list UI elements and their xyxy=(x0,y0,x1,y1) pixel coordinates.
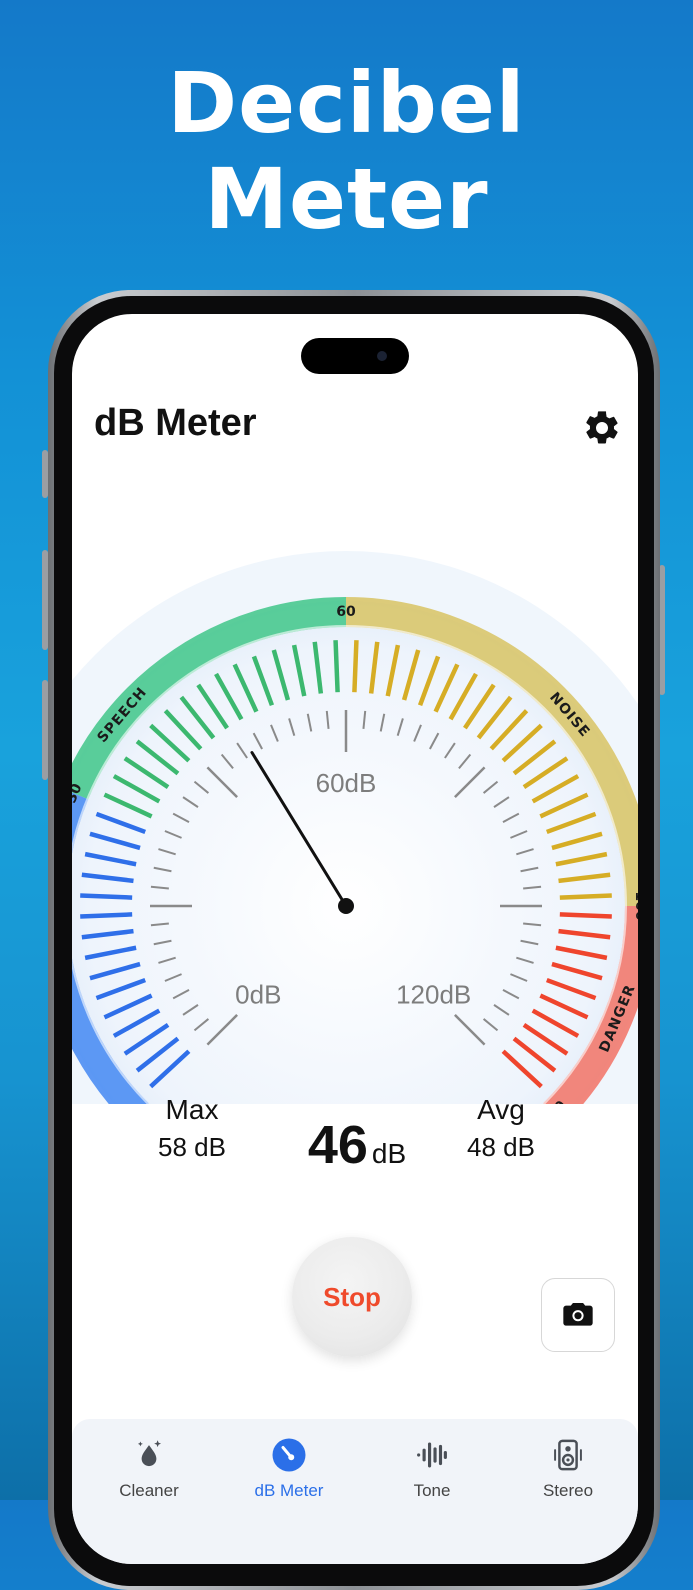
inner-label: 0dB xyxy=(235,980,281,1010)
needle-hub xyxy=(338,898,354,914)
max-label: Max xyxy=(165,1094,219,1125)
inner-label: 60dB xyxy=(316,768,377,798)
level-bar xyxy=(333,640,340,693)
current-reading: 46 dB xyxy=(272,1114,442,1176)
cleaner-icon xyxy=(137,1440,162,1467)
level-bar xyxy=(559,893,612,900)
level-bar xyxy=(80,893,133,900)
tab-stereo-label: Stereo xyxy=(542,1481,594,1500)
current-db-value: 46 xyxy=(307,1115,368,1175)
bottom-tab-bar: Cleaner dB Meter Tone Stereo xyxy=(72,1419,638,1564)
avg-label: Avg xyxy=(477,1094,525,1125)
level-bar xyxy=(352,640,359,693)
stereo-icon xyxy=(554,1439,582,1471)
outer-tick-label: 100 xyxy=(632,891,638,920)
promo-headline-line1: Decibel xyxy=(167,54,526,152)
tone-icon xyxy=(417,1442,447,1468)
app-screen: dB Meter QUIETSPEECHNOISEDANGER 03060100… xyxy=(72,314,638,1564)
tab-cleaner-label: Cleaner xyxy=(119,1481,179,1500)
decibel-gauge: QUIETSPEECHNOISEDANGER 03060100120 0dB60… xyxy=(72,551,638,1104)
camera-icon xyxy=(563,1303,593,1326)
tab-stereo[interactable]: Stereo xyxy=(508,1437,628,1501)
max-stat: Max 58 dB xyxy=(112,1094,272,1163)
promo-headline-line2: Meter xyxy=(204,150,489,248)
tab-tone[interactable]: Tone xyxy=(372,1437,492,1501)
level-bar xyxy=(80,912,133,919)
tab-db-meter-label: dB Meter xyxy=(254,1481,324,1500)
avg-value: 48 dB xyxy=(467,1132,535,1162)
max-value: 58 dB xyxy=(158,1132,226,1162)
inner-label: 120dB xyxy=(396,980,471,1010)
tab-cleaner[interactable]: Cleaner xyxy=(89,1437,209,1501)
current-db-unit: dB xyxy=(371,1138,407,1169)
db-meter-icon xyxy=(272,1438,306,1472)
stop-button[interactable]: Stop xyxy=(292,1237,412,1357)
outer-tick-label: 60 xyxy=(336,604,356,620)
tab-tone-label: Tone xyxy=(413,1481,451,1500)
screenshot-button[interactable] xyxy=(541,1278,615,1352)
level-bar xyxy=(559,912,612,919)
avg-stat: Avg 48 dB xyxy=(421,1094,581,1163)
tab-db-meter[interactable]: dB Meter xyxy=(229,1437,349,1501)
